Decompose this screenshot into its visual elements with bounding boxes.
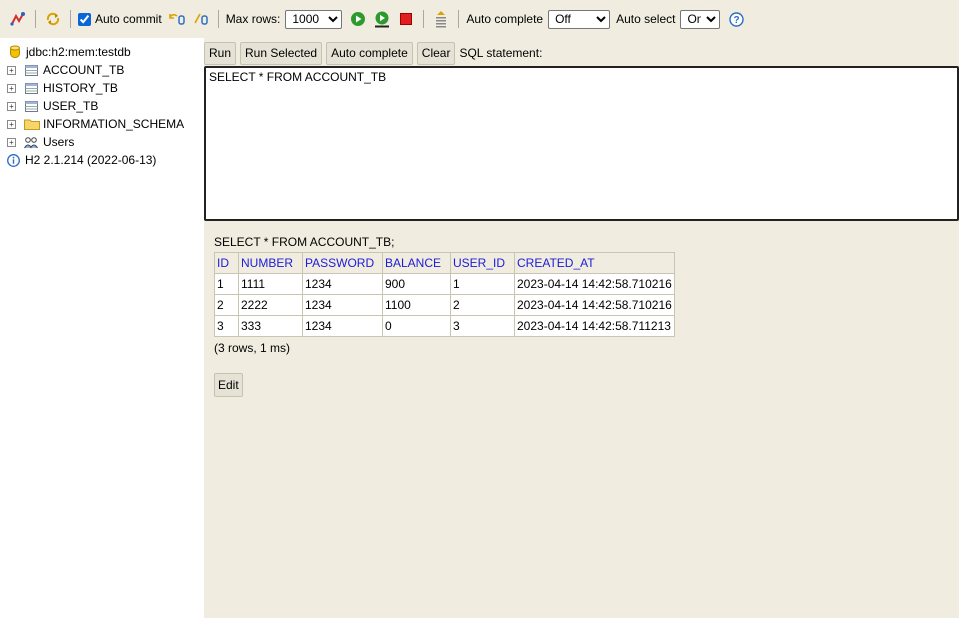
- table-row: 2 2222 1234 1100 2 2023-04-14 14:42:58.7…: [214, 294, 675, 316]
- tree-item-user-tb[interactable]: + USER_TB: [0, 97, 204, 115]
- svg-text:?: ?: [733, 15, 739, 26]
- table-icon: [24, 99, 38, 113]
- history-icon[interactable]: [431, 9, 451, 29]
- table-icon: [24, 63, 38, 77]
- table-cell: 900: [382, 273, 451, 295]
- table-cell: 333: [238, 315, 303, 337]
- table-header-row: ID NUMBER PASSWORD BALANCE USER_ID CREAT…: [214, 252, 675, 274]
- column-header[interactable]: PASSWORD: [302, 252, 383, 274]
- max-rows-select[interactable]: 1000: [285, 9, 343, 29]
- tree-item-label: ACCOUNT_TB: [43, 63, 125, 77]
- tree-item-history-tb[interactable]: + HISTORY_TB: [0, 79, 204, 97]
- table-row: 1 1111 1234 900 1 2023-04-14 14:42:58.71…: [214, 273, 675, 295]
- table-cell: 2: [450, 294, 515, 316]
- auto-complete-select[interactable]: Off: [548, 9, 611, 29]
- version-label: H2 2.1.214 (2022-06-13): [25, 153, 157, 167]
- tree-item-account-tb[interactable]: + ACCOUNT_TB: [0, 61, 204, 79]
- table-cell: 2023-04-14 14:42:58.710216: [514, 294, 675, 316]
- tree-item-information-schema[interactable]: + INFORMATION_SCHEMA: [0, 115, 204, 133]
- stop-icon[interactable]: [396, 9, 416, 29]
- auto-complete-label: Auto complete: [466, 12, 544, 26]
- table-cell: 1: [450, 273, 515, 295]
- expand-icon[interactable]: +: [7, 65, 16, 75]
- table-cell: 1234: [302, 294, 383, 316]
- rollback-icon[interactable]: [167, 9, 187, 29]
- main-panel: Run Run Selected Auto complete Clear SQL…: [204, 38, 959, 618]
- tree-item-label: USER_TB: [43, 99, 99, 113]
- result-panel: SELECT * FROM ACCOUNT_TB; ID NUMBER PASS…: [204, 225, 959, 618]
- table-cell: 1: [214, 273, 239, 295]
- table-cell: 1111: [238, 273, 303, 295]
- table-row: 3 333 1234 0 3 2023-04-14 14:42:58.71121…: [214, 315, 675, 337]
- sql-editor[interactable]: SELECT * FROM ACCOUNT_TB: [204, 66, 959, 221]
- table-cell: 1234: [302, 315, 383, 337]
- query-toolbar: Run Run Selected Auto complete Clear SQL…: [204, 41, 542, 65]
- column-header[interactable]: NUMBER: [238, 252, 303, 274]
- run-selected-icon[interactable]: [372, 9, 392, 29]
- auto-commit-label: Auto commit: [95, 12, 162, 26]
- sql-statement-label: SQL statement:: [459, 46, 543, 60]
- run-icon[interactable]: [348, 9, 368, 29]
- toolbar-divider: [423, 10, 425, 28]
- toolbar-divider: [70, 10, 71, 28]
- column-header[interactable]: CREATED_AT: [514, 252, 675, 274]
- result-summary: (3 rows, 1 ms): [214, 341, 291, 355]
- tree-version: H2 2.1.214 (2022-06-13): [0, 151, 204, 169]
- expand-icon[interactable]: +: [7, 137, 16, 147]
- table-cell: 2222: [238, 294, 303, 316]
- expand-icon[interactable]: +: [7, 119, 16, 129]
- column-header[interactable]: USER_ID: [450, 252, 515, 274]
- table-cell: 3: [214, 315, 239, 337]
- table-cell: 0: [382, 315, 451, 337]
- auto-complete-button[interactable]: Auto complete: [326, 41, 413, 65]
- toolbar-divider: [217, 10, 219, 28]
- auto-select-label: Auto select: [616, 12, 676, 26]
- tree-item-label: INFORMATION_SCHEMA: [43, 117, 185, 131]
- auto-commit-checkbox[interactable]: [78, 12, 91, 26]
- tree-item-label: Users: [43, 135, 75, 149]
- database-icon: [8, 45, 22, 59]
- toolbar-divider: [35, 10, 36, 28]
- auto-select-select[interactable]: On: [680, 9, 721, 29]
- toolbar-divider: [458, 10, 460, 28]
- result-statement: SELECT * FROM ACCOUNT_TB;: [214, 235, 395, 249]
- disconnect-icon[interactable]: [8, 9, 28, 29]
- table-cell: 2023-04-14 14:42:58.711213: [514, 315, 675, 337]
- clear-button[interactable]: Clear: [416, 41, 456, 65]
- refresh-icon[interactable]: [43, 9, 63, 29]
- help-icon[interactable]: ?: [726, 9, 746, 29]
- table-cell: 1234: [302, 273, 383, 295]
- tree-item-label: HISTORY_TB: [43, 81, 118, 95]
- column-header[interactable]: BALANCE: [382, 252, 451, 274]
- table-cell: 2023-04-14 14:42:58.710216: [514, 273, 675, 295]
- table-cell: 1100: [382, 294, 451, 316]
- max-rows-label: Max rows:: [225, 12, 281, 26]
- edit-button[interactable]: Edit: [214, 373, 243, 397]
- toolbar: Auto commit Max rows: 1000 Auto complete…: [0, 0, 959, 38]
- tree-item-users[interactable]: + Users: [0, 133, 204, 151]
- commit-icon[interactable]: [191, 9, 211, 29]
- expand-icon[interactable]: +: [7, 101, 16, 111]
- run-selected-button[interactable]: Run Selected: [240, 41, 323, 65]
- tree-connection-label: jdbc:h2:mem:testdb: [26, 45, 131, 59]
- tree-connection[interactable]: jdbc:h2:mem:testdb: [0, 43, 204, 61]
- folder-icon: [24, 117, 40, 131]
- run-button[interactable]: Run: [204, 41, 237, 65]
- table-cell: 3: [450, 315, 515, 337]
- expand-icon[interactable]: +: [7, 83, 16, 93]
- column-header[interactable]: ID: [214, 252, 239, 274]
- table-cell: 2: [214, 294, 239, 316]
- table-icon: [24, 81, 38, 95]
- users-icon: [24, 135, 38, 149]
- info-icon: [6, 153, 20, 167]
- result-table: ID NUMBER PASSWORD BALANCE USER_ID CREAT…: [214, 252, 675, 337]
- object-tree: jdbc:h2:mem:testdb + ACCOUNT_TB + HISTOR…: [0, 38, 204, 618]
